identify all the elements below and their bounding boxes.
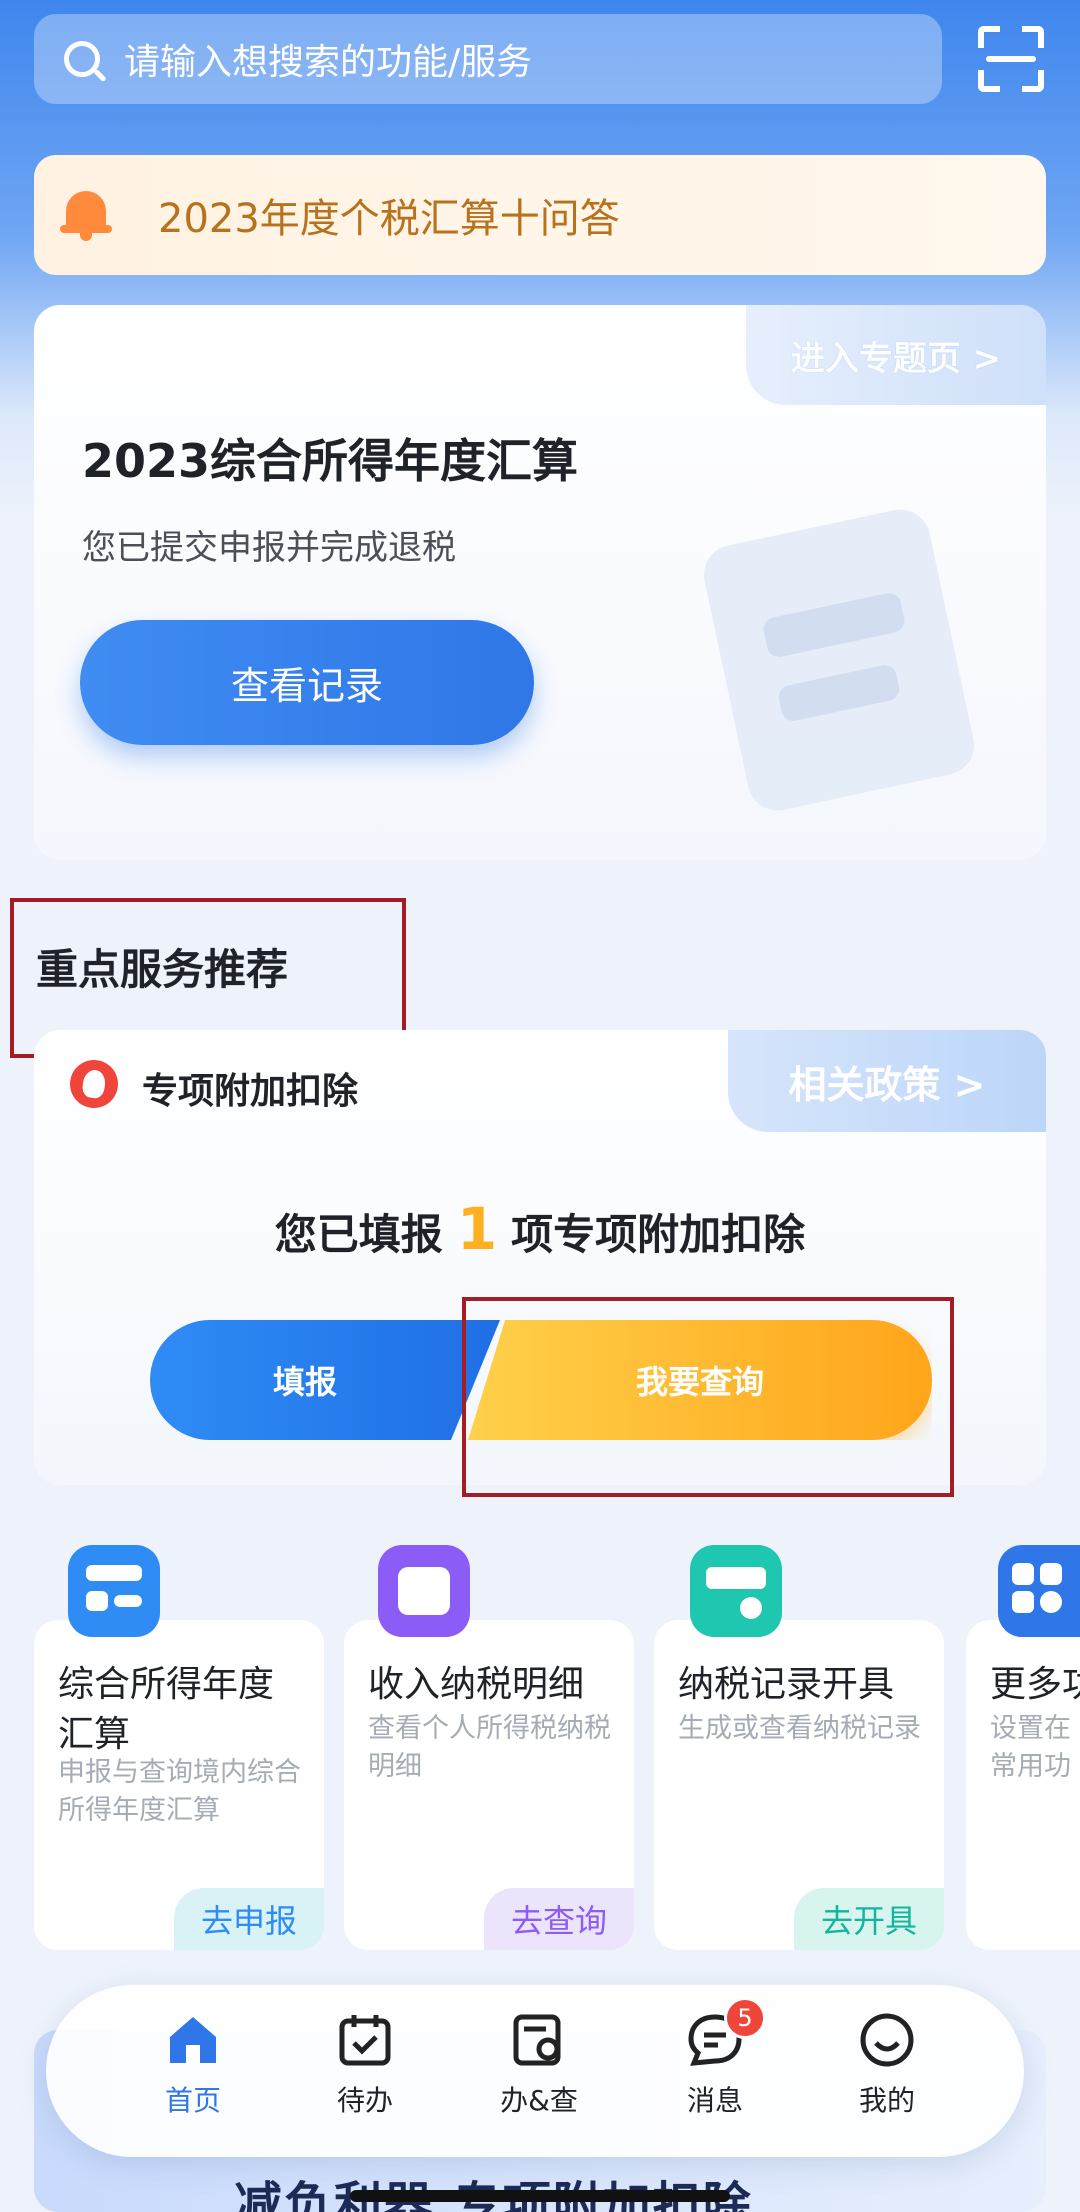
service-desc: 查看个人所得税纳税明细 <box>368 1713 611 1782</box>
fill-report-label: 填报 <box>272 1363 337 1401</box>
go-issue-button[interactable]: 去开具 <box>794 1888 944 1950</box>
service-card-more[interactable]: 更多功 设置在常用功 <box>966 1620 1080 1950</box>
doc-search-icon <box>510 2011 568 2069</box>
nav-messages[interactable]: 5 消息 <box>640 1997 790 2141</box>
status-suffix: 项专项附加扣除 <box>511 1210 806 1259</box>
annual-card-title: 2023综合所得年度汇算 <box>82 434 579 488</box>
nav-home[interactable]: 首页 <box>118 2011 268 2141</box>
service-title: 收入纳税明细 <box>368 1664 585 1705</box>
search-bar[interactable]: 请输入想搜索的功能/服务 <box>34 14 942 104</box>
service-card-income[interactable]: 收入纳税明细 查看个人所得税纳税明细 去查询 <box>344 1620 634 1950</box>
go-query-button[interactable]: 去查询 <box>484 1888 634 1950</box>
message-icon: 5 <box>686 1997 766 2069</box>
topic-page-label: 进入专题页 > <box>790 338 1002 379</box>
notice-bar[interactable]: 2023年度个税汇算十问答 <box>34 155 1046 275</box>
nav-handle-query[interactable]: 办&查 <box>464 2011 614 2141</box>
status-prefix: 您已填报 <box>274 1210 443 1259</box>
search-icon <box>64 41 100 77</box>
home-indicator <box>350 2190 730 2202</box>
service-title: 综合所得年度汇算 <box>58 1664 275 1755</box>
nav-mine[interactable]: 我的 <box>812 2011 962 2141</box>
nav-handle-query-label: 办&查 <box>500 2084 578 2117</box>
section-title: 重点服务推荐 <box>36 945 289 994</box>
annual-settlement-card: 进入专题页 > 2023综合所得年度汇算 您已提交申报并完成退税 查看记录 <box>34 305 1046 860</box>
income-detail-icon <box>378 1545 470 1637</box>
calendar-check-icon <box>336 2011 394 2069</box>
more-grid-icon <box>998 1545 1080 1637</box>
annual-settlement-icon <box>68 1545 160 1637</box>
fire-icon <box>70 1060 118 1108</box>
deduction-count: 1 <box>456 1195 498 1263</box>
go-declare-button[interactable]: 去申报 <box>174 1888 324 1950</box>
bell-icon <box>58 187 114 243</box>
nav-home-label: 首页 <box>164 2084 221 2117</box>
service-card-record[interactable]: 纳税记录开具 生成或查看纳税记录 去开具 <box>654 1620 944 1950</box>
annual-card-subtitle: 您已提交申报并完成退税 <box>82 528 456 568</box>
service-title: 更多功 <box>990 1664 1080 1705</box>
service-title: 纳税记录开具 <box>678 1664 895 1705</box>
related-policy-link[interactable]: 相关政策 > <box>728 1030 1046 1132</box>
deduction-status: 您已填报 1 项专项附加扣除 <box>34 1195 1046 1263</box>
fill-report-button[interactable]: 填报 <box>150 1320 500 1440</box>
message-badge: 5 <box>724 1997 766 2039</box>
smile-icon <box>858 2011 916 2069</box>
view-record-button[interactable]: 查看记录 <box>80 620 534 745</box>
decorative-graphic <box>698 504 980 816</box>
service-card-annual[interactable]: 综合所得年度汇算 申报与查询境内综合所得年度汇算 去申报 <box>34 1620 324 1950</box>
search-input[interactable]: 请输入想搜索的功能/服务 <box>124 33 532 85</box>
nav-todo[interactable]: 待办 <box>290 2011 440 2141</box>
highlight-box <box>462 1297 954 1497</box>
service-desc: 生成或查看纳税记录 <box>678 1713 921 1744</box>
deduction-card-header: 专项附加扣除 <box>142 1071 359 1112</box>
nav-mine-label: 我的 <box>858 2084 915 2117</box>
notice-text: 2023年度个税汇算十问答 <box>158 196 620 242</box>
related-policy-label: 相关政策 > <box>788 1062 986 1107</box>
nav-todo-label: 待办 <box>336 2084 393 2117</box>
topic-page-link[interactable]: 进入专题页 > <box>746 305 1046 405</box>
service-desc: 设置在常用功 <box>990 1713 1071 1782</box>
tax-record-icon <box>690 1545 782 1637</box>
nav-messages-label: 消息 <box>686 2084 743 2117</box>
service-desc: 申报与查询境内综合所得年度汇算 <box>58 1757 301 1826</box>
scan-icon[interactable] <box>978 26 1044 92</box>
home-icon <box>164 2011 222 2069</box>
bottom-navigation: 首页 待办 办&查 5 消息 我的 <box>46 1985 1024 2157</box>
banner-text: 减负利器 专项附加扣除 <box>234 2177 751 2212</box>
